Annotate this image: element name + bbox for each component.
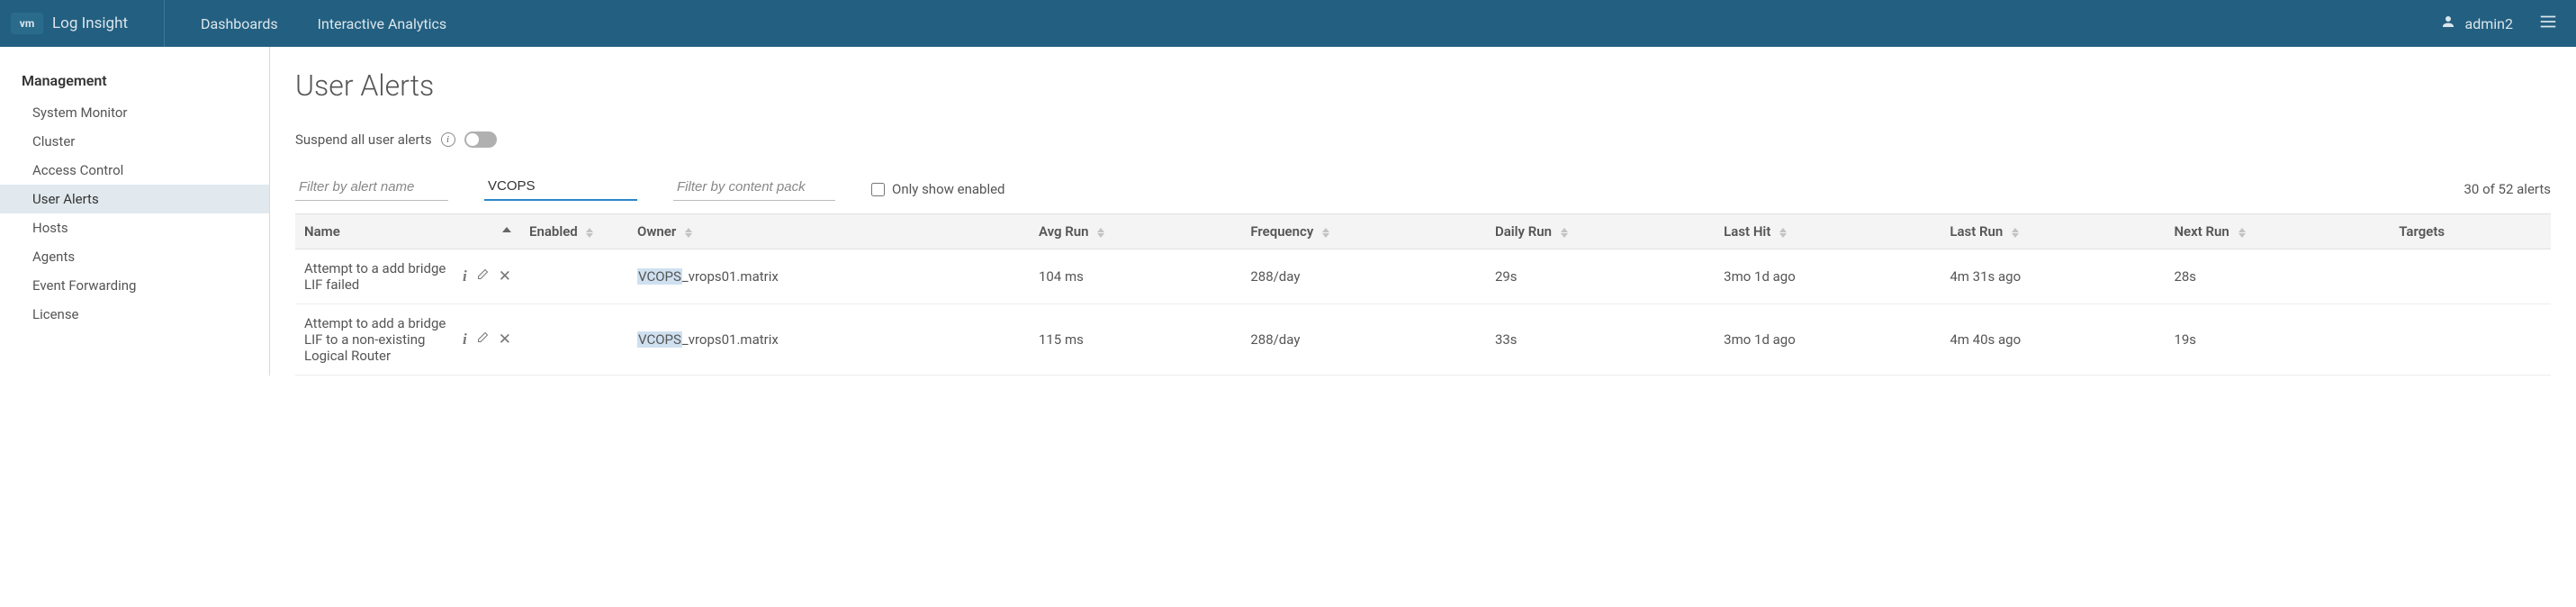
sort-icon xyxy=(1097,227,1104,239)
sort-icon xyxy=(685,227,692,239)
last-run-cell: 4m 40s ago xyxy=(1941,304,2165,376)
col-enabled[interactable]: Enabled xyxy=(520,214,628,249)
last-hit-cell: 3mo 1d ago xyxy=(1715,304,1941,376)
alert-name: Attempt to add a bridge LIF to a non-exi… xyxy=(304,315,452,364)
only-enabled-label: Only show enabled xyxy=(892,181,1005,197)
username: admin2 xyxy=(2465,15,2513,32)
hamburger-icon[interactable] xyxy=(2538,12,2558,35)
col-owner[interactable]: Owner xyxy=(628,214,1030,249)
sidebar-item-user-alerts[interactable]: User Alerts xyxy=(0,185,269,213)
user-menu[interactable]: admin2 xyxy=(2440,12,2558,35)
suspend-label: Suspend all user alerts xyxy=(295,131,432,148)
last-run-cell: 4m 31s ago xyxy=(1941,249,2165,304)
col-daily-run[interactable]: Daily Run xyxy=(1486,214,1715,249)
targets-cell xyxy=(2390,249,2551,304)
sidebar-item-hosts[interactable]: Hosts xyxy=(0,213,269,242)
product-name: Log Insight xyxy=(52,0,165,47)
frequency-cell: 288/day xyxy=(1241,304,1486,376)
col-targets[interactable]: Targets xyxy=(2390,214,2551,249)
col-name[interactable]: Name xyxy=(295,214,520,249)
table-row[interactable]: Attempt to add a bridge LIF to a non-exi… xyxy=(295,304,2551,376)
info-icon[interactable]: i xyxy=(463,267,467,285)
topbar: vm Log Insight Dashboards Interactive An… xyxy=(0,0,2576,47)
col-last-hit[interactable]: Last Hit xyxy=(1715,214,1941,249)
avg-run-cell: 115 ms xyxy=(1030,304,1241,376)
only-enabled-checkbox[interactable]: Only show enabled xyxy=(871,181,1005,201)
content: User Alerts Suspend all user alerts i On… xyxy=(270,47,2576,376)
edit-icon[interactable] xyxy=(476,331,490,349)
sidebar-item-license[interactable]: License xyxy=(0,300,269,329)
daily-run-cell: 33s xyxy=(1486,304,1715,376)
vmware-logo: vm xyxy=(11,13,43,34)
col-last-run[interactable]: Last Run xyxy=(1941,214,2165,249)
alert-name: Attempt to a add bridge LIF failed xyxy=(304,260,452,293)
sidebar-item-system-monitor[interactable]: System Monitor xyxy=(0,98,269,127)
daily-run-cell: 29s xyxy=(1486,249,1715,304)
last-hit-cell: 3mo 1d ago xyxy=(1715,249,1941,304)
sort-icon xyxy=(1779,227,1787,239)
targets-cell xyxy=(2390,304,2551,376)
table-row[interactable]: Attempt to a add bridge LIF failed i ✕ V… xyxy=(295,249,2551,304)
sort-icon xyxy=(1322,227,1329,239)
col-avg-run[interactable]: Avg Run xyxy=(1030,214,1241,249)
alert-count: 30 of 52 alerts xyxy=(2463,181,2551,201)
sidebar: Management System Monitor Cluster Access… xyxy=(0,47,270,376)
alerts-table: Name Enabled Owner Avg Run xyxy=(295,213,2551,376)
sidebar-heading: Management xyxy=(0,72,269,98)
info-icon[interactable]: i xyxy=(463,331,467,349)
only-enabled-input[interactable] xyxy=(871,183,885,196)
owner-cell: VCOPS_vrops01.matrix xyxy=(628,249,1030,304)
edit-icon[interactable] xyxy=(476,267,490,285)
sidebar-item-access-control[interactable]: Access Control xyxy=(0,156,269,185)
next-run-cell: 28s xyxy=(2165,249,2390,304)
filter-content-pack-input[interactable] xyxy=(673,174,835,201)
sidebar-item-agents[interactable]: Agents xyxy=(0,242,269,271)
frequency-cell: 288/day xyxy=(1241,249,1486,304)
delete-icon[interactable]: ✕ xyxy=(499,267,511,285)
avg-run-cell: 104 ms xyxy=(1030,249,1241,304)
sort-icon xyxy=(1561,227,1568,239)
filter-owner-input[interactable] xyxy=(484,173,637,201)
sort-icon xyxy=(586,227,593,239)
nav-interactive-analytics[interactable]: Interactive Analytics xyxy=(318,15,447,32)
sidebar-item-event-forwarding[interactable]: Event Forwarding xyxy=(0,271,269,300)
top-nav: Dashboards Interactive Analytics xyxy=(201,15,446,32)
sort-asc-icon xyxy=(502,227,511,232)
col-frequency[interactable]: Frequency xyxy=(1241,214,1486,249)
user-icon xyxy=(2440,14,2456,33)
sort-icon xyxy=(2238,227,2246,239)
sidebar-item-cluster[interactable]: Cluster xyxy=(0,127,269,156)
filter-name-input[interactable] xyxy=(295,174,448,201)
suspend-toggle[interactable] xyxy=(464,131,497,148)
sort-icon xyxy=(2012,227,2019,239)
info-icon[interactable]: i xyxy=(441,132,455,147)
next-run-cell: 19s xyxy=(2165,304,2390,376)
nav-dashboards[interactable]: Dashboards xyxy=(201,15,278,32)
owner-cell: VCOPS_vrops01.matrix xyxy=(628,304,1030,376)
col-next-run[interactable]: Next Run xyxy=(2165,214,2390,249)
page-title: User Alerts xyxy=(295,68,2551,103)
delete-icon[interactable]: ✕ xyxy=(499,331,511,349)
